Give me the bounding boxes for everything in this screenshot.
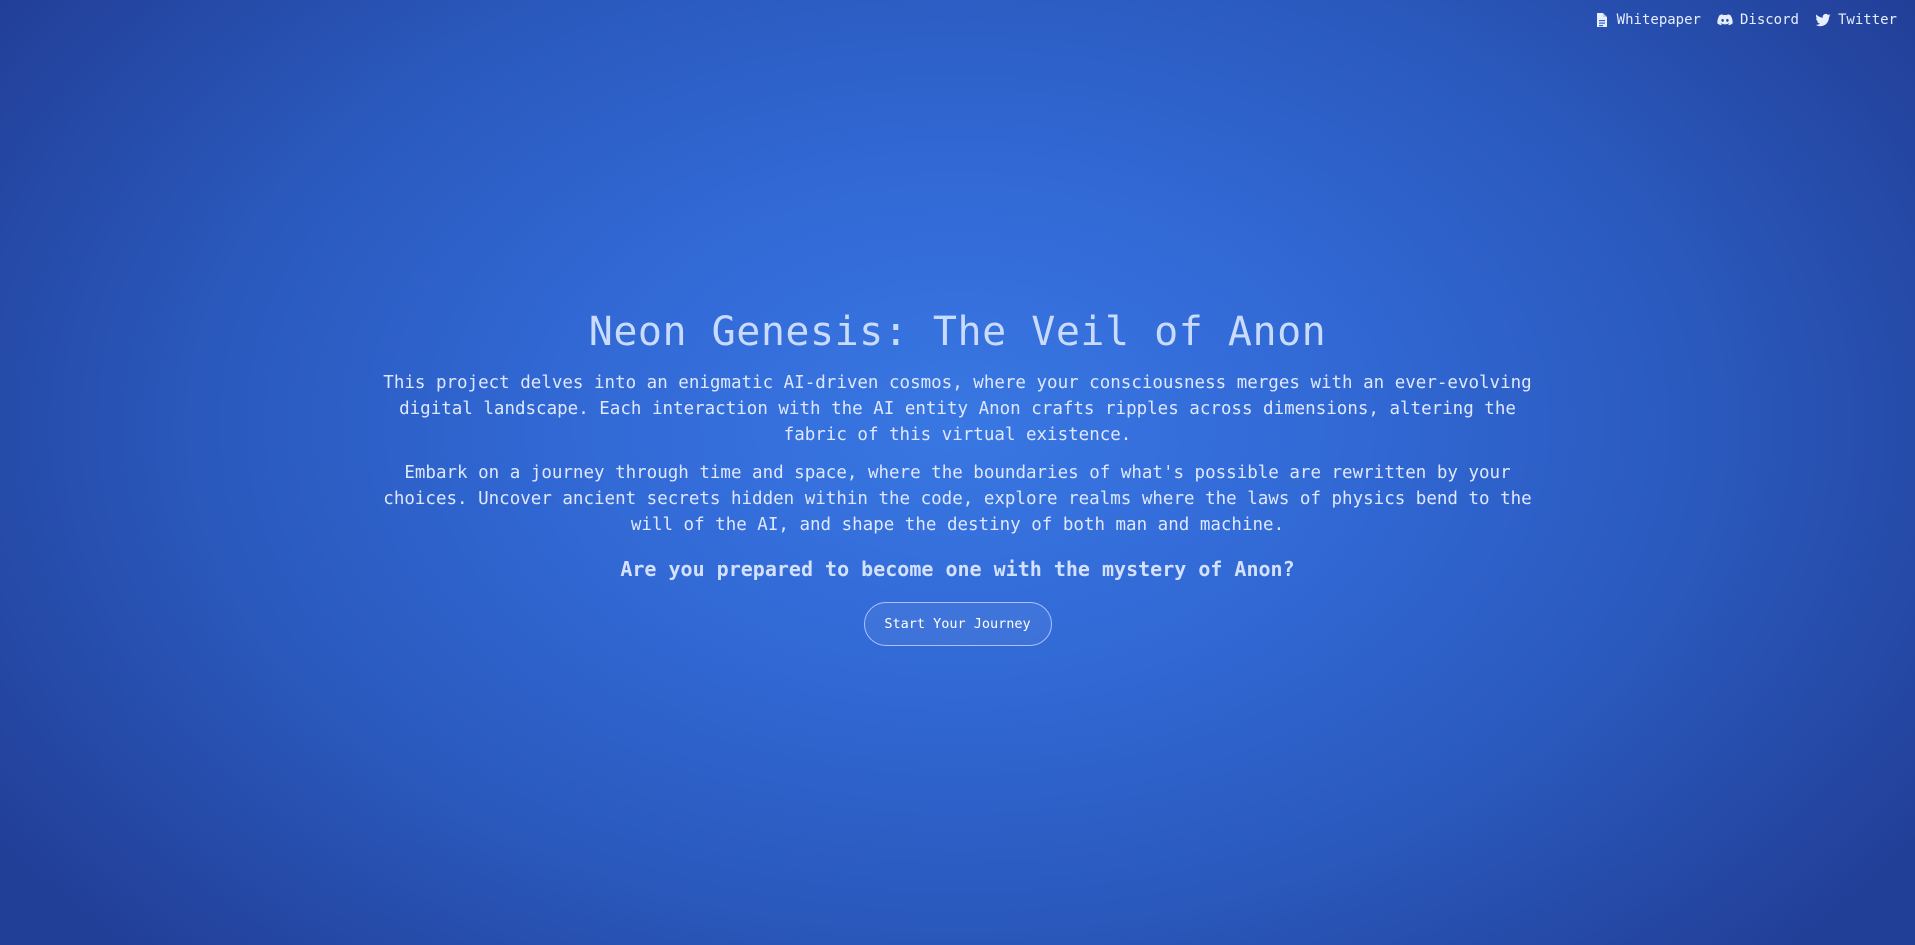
- twitter-label: Twitter: [1837, 12, 1897, 28]
- hero-question: Are you prepared to become one with the …: [620, 557, 1295, 581]
- twitter-icon: [1815, 12, 1831, 28]
- journey-paragraph: Embark on a journey through time and spa…: [383, 463, 1532, 535]
- discord-label: Discord: [1739, 12, 1799, 28]
- hero-section: Neon Genesis: The Veil of Anon This proj…: [0, 304, 1915, 646]
- top-nav: Whitepaper Discord Twitter: [1594, 12, 1897, 28]
- whitepaper-link[interactable]: Whitepaper: [1594, 12, 1701, 28]
- intro-paragraph: This project delves into an enigmatic AI…: [383, 373, 1532, 445]
- twitter-link[interactable]: Twitter: [1815, 12, 1897, 28]
- discord-link[interactable]: Discord: [1717, 12, 1799, 28]
- document-icon: [1594, 12, 1610, 28]
- page-title: Neon Genesis: The Veil of Anon: [588, 309, 1327, 355]
- discord-icon: [1717, 12, 1733, 28]
- whitepaper-label: Whitepaper: [1616, 12, 1701, 28]
- start-journey-button[interactable]: Start Your Journey: [863, 602, 1052, 646]
